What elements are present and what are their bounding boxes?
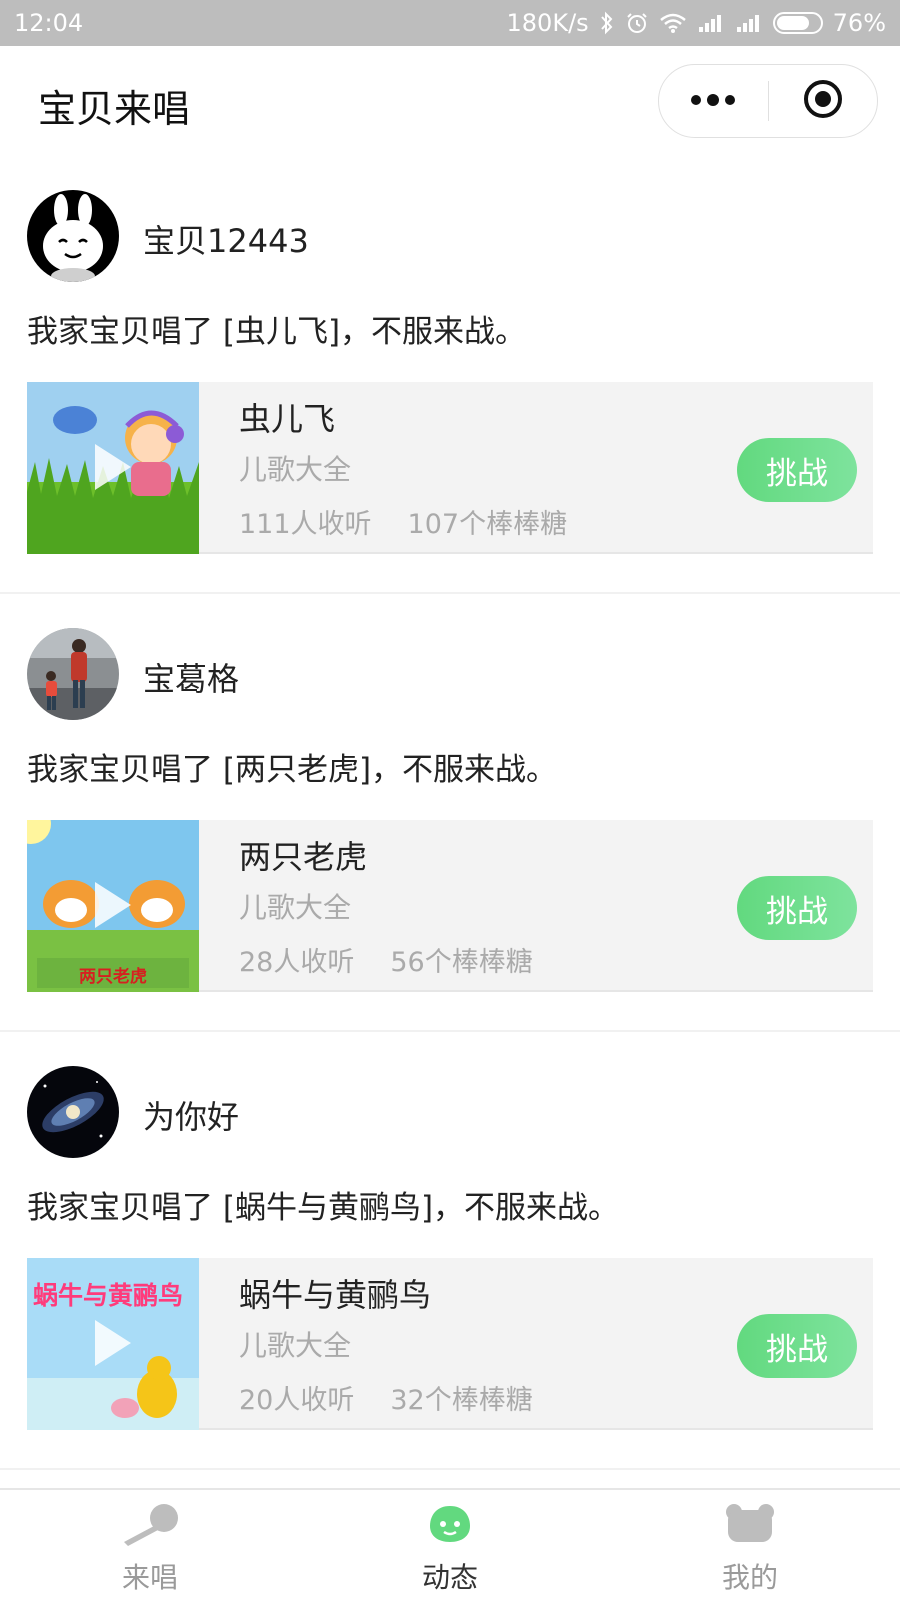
feed-list: 宝贝12443 我家宝贝唱了 [虫儿飞]，不服来战。 虫儿飞 儿歌大全 111人… xyxy=(0,156,900,1470)
challenge-button[interactable]: 挑战 xyxy=(737,438,857,502)
wifi-icon xyxy=(659,12,687,34)
candy-count: 56个棒棒糖 xyxy=(390,947,533,978)
bluetooth-icon xyxy=(599,11,615,35)
tab-profile[interactable]: 我的 xyxy=(600,1490,900,1600)
thumbnail-caption: 蜗牛与黄鹂鸟 xyxy=(33,1281,184,1310)
thumbnail-caption: 两只老虎 xyxy=(79,967,147,987)
miniprogram-capsule xyxy=(658,64,878,138)
feed-post: 宝贝12443 我家宝贝唱了 [虫儿飞]，不服来战。 虫儿飞 儿歌大全 111人… xyxy=(0,156,900,594)
song-album: 儿歌大全 xyxy=(239,453,352,486)
navbar: 宝贝来唱 xyxy=(0,46,900,156)
status-bar: 12:04 180K/s 76% xyxy=(0,0,900,46)
tab-bar: 来唱 动态 我的 xyxy=(0,1488,900,1600)
status-time: 12:04 xyxy=(14,9,84,37)
feed-post: 宝葛格 我家宝贝唱了 [两只老虎]，不服来战。 两只老虎 两只老虎 儿歌大全 2… xyxy=(0,594,900,1032)
song-stats: 28人收听 56个棒棒糖 xyxy=(239,940,533,979)
username: 宝葛格 xyxy=(143,660,240,698)
more-button[interactable] xyxy=(659,65,768,137)
challenge-button[interactable]: 挑战 xyxy=(737,1314,857,1378)
play-icon[interactable] xyxy=(91,1316,135,1374)
signal-icon xyxy=(697,12,725,34)
play-icon[interactable] xyxy=(91,878,135,936)
song-album: 儿歌大全 xyxy=(239,1329,352,1362)
song-card[interactable]: 蜗牛与黄鹂鸟 蜗牛与黄鹂鸟 儿歌大全 20人收听 32个棒棒糖 挑战 xyxy=(27,1258,873,1430)
song-title: 虫儿飞 xyxy=(239,400,336,438)
song-album: 儿歌大全 xyxy=(239,891,352,924)
song-card[interactable]: 两只老虎 两只老虎 儿歌大全 28人收听 56个棒棒糖 挑战 xyxy=(27,820,873,992)
song-stats: 20人收听 32个棒棒糖 xyxy=(239,1378,533,1417)
listen-count: 28人收听 xyxy=(239,947,355,978)
listen-count: 111人收听 xyxy=(239,509,372,540)
tab-label: 来唱 xyxy=(121,1561,178,1594)
username: 为你好 xyxy=(143,1098,240,1136)
battery-percent: 76% xyxy=(832,9,886,37)
song-card[interactable]: 虫儿飞 儿歌大全 111人收听 107个棒棒糖 挑战 xyxy=(27,382,873,554)
tab-sing[interactable]: 来唱 xyxy=(0,1490,300,1600)
tab-label: 我的 xyxy=(721,1561,778,1594)
close-miniprogram-button[interactable] xyxy=(768,65,877,137)
signal-icon xyxy=(735,12,763,34)
alarm-icon xyxy=(625,11,649,35)
network-speed: 180K/s xyxy=(506,9,589,37)
profile-icon xyxy=(724,1502,776,1550)
close-miniprogram-icon xyxy=(802,78,844,124)
tab-feed[interactable]: 动态 xyxy=(300,1490,600,1600)
song-stats: 111人收听 107个棒棒糖 xyxy=(239,502,567,541)
avatar[interactable] xyxy=(27,190,119,282)
post-message: 我家宝贝唱了 [两只老虎]，不服来战。 xyxy=(27,752,558,788)
feed-icon xyxy=(426,1502,474,1550)
candy-count: 107个棒棒糖 xyxy=(407,509,568,540)
username: 宝贝12443 xyxy=(143,222,309,260)
candy-count: 32个棒棒糖 xyxy=(390,1385,533,1416)
play-icon[interactable] xyxy=(91,440,135,498)
challenge-button[interactable]: 挑战 xyxy=(737,876,857,940)
song-title: 两只老虎 xyxy=(239,838,368,876)
more-icon xyxy=(690,92,736,111)
avatar[interactable] xyxy=(27,1066,119,1158)
listen-count: 20人收听 xyxy=(239,1385,355,1416)
battery-icon xyxy=(772,12,823,34)
microphone-icon xyxy=(118,1502,182,1550)
feed-post: 为你好 我家宝贝唱了 [蜗牛与黄鹂鸟]，不服来战。 蜗牛与黄鹂鸟 蜗牛与黄鹂鸟 … xyxy=(0,1032,900,1470)
tab-label: 动态 xyxy=(421,1561,478,1594)
post-message: 我家宝贝唱了 [蜗牛与黄鹂鸟]，不服来战。 xyxy=(27,1190,620,1226)
avatar[interactable] xyxy=(27,628,119,720)
post-message: 我家宝贝唱了 [虫儿飞]，不服来战。 xyxy=(27,314,527,350)
page-title: 宝贝来唱 xyxy=(38,87,191,131)
song-title: 蜗牛与黄鹂鸟 xyxy=(239,1276,432,1314)
